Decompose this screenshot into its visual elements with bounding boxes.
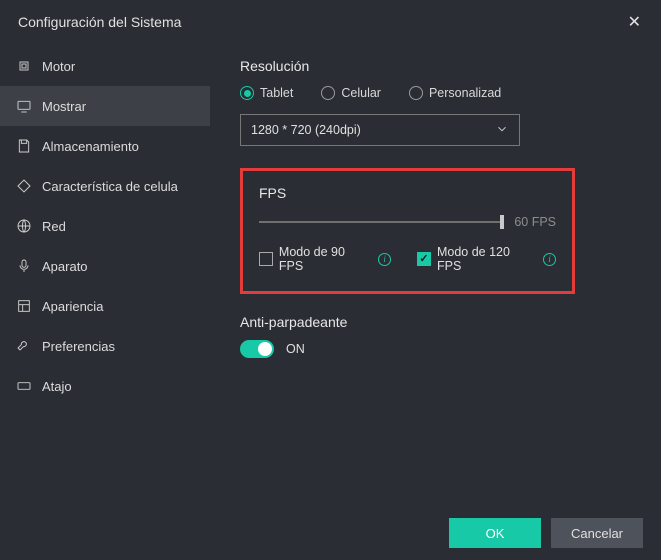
fps-slider[interactable] [259, 221, 504, 223]
checkbox-icon [259, 252, 273, 266]
radio-icon [409, 86, 423, 100]
fps-highlight-box: FPS 60 FPS Modo de 90 FPS i Modo de 120 … [240, 168, 575, 294]
ok-button[interactable]: OK [449, 518, 541, 548]
radio-label: Celular [341, 86, 381, 100]
anti-flicker-state: ON [286, 342, 305, 356]
save-icon [16, 138, 32, 154]
info-icon[interactable]: i [378, 253, 391, 266]
resolution-select[interactable]: 1280 * 720 (240dpi) [240, 114, 520, 146]
sidebar-item-label: Red [42, 219, 66, 234]
sidebar-item-label: Característica de celula [42, 179, 178, 194]
sidebar-item-apariencia[interactable]: Apariencia [0, 286, 210, 326]
checkbox-120fps[interactable]: Modo de 120 FPS i [417, 245, 556, 273]
sidebar-item-mostrar[interactable]: Mostrar [0, 86, 210, 126]
radio-celular[interactable]: Celular [321, 86, 381, 100]
radio-icon [321, 86, 335, 100]
radio-label: Tablet [260, 86, 293, 100]
checkbox-label: Modo de 120 FPS [437, 245, 537, 273]
sidebar-item-label: Almacenamiento [42, 139, 139, 154]
sidebar: Motor Mostrar Almacenamiento Característ… [0, 42, 210, 512]
sidebar-item-aparato[interactable]: Aparato [0, 246, 210, 286]
tag-icon [16, 178, 32, 194]
toggle-knob-icon [258, 342, 272, 356]
layout-icon [16, 298, 32, 314]
footer: OK Cancelar [431, 506, 661, 560]
radio-label: Personalizad [429, 86, 501, 100]
content-panel: Resolución Tablet Celular Personalizad 1… [210, 42, 661, 512]
cancel-button[interactable]: Cancelar [551, 518, 643, 548]
globe-icon [16, 218, 32, 234]
checkbox-icon [417, 252, 431, 266]
sidebar-item-caracteristica[interactable]: Característica de celula [0, 166, 210, 206]
sidebar-item-motor[interactable]: Motor [0, 46, 210, 86]
radio-personalizado[interactable]: Personalizad [409, 86, 501, 100]
sidebar-item-almacenamiento[interactable]: Almacenamiento [0, 126, 210, 166]
checkbox-label: Modo de 90 FPS [279, 245, 372, 273]
slider-thumb-icon[interactable] [500, 215, 504, 229]
radio-icon [240, 86, 254, 100]
anti-flicker-title: Anti-parpadeante [240, 314, 631, 330]
monitor-icon [16, 98, 32, 114]
sidebar-item-label: Preferencias [42, 339, 115, 354]
cpu-icon [16, 58, 32, 74]
checkbox-90fps[interactable]: Modo de 90 FPS i [259, 245, 391, 273]
sidebar-item-atajo[interactable]: Atajo [0, 366, 210, 406]
fps-slider-label: 60 FPS [514, 215, 556, 229]
sidebar-item-label: Mostrar [42, 99, 86, 114]
microphone-icon [16, 258, 32, 274]
window-title: Configuración del Sistema [18, 14, 181, 30]
radio-tablet[interactable]: Tablet [240, 86, 293, 100]
sidebar-item-label: Aparato [42, 259, 88, 274]
sidebar-item-red[interactable]: Red [0, 206, 210, 246]
anti-flicker-toggle[interactable] [240, 340, 274, 358]
sidebar-item-label: Atajo [42, 379, 72, 394]
resolution-radio-group: Tablet Celular Personalizad [240, 86, 631, 100]
sidebar-item-label: Apariencia [42, 299, 103, 314]
chevron-down-icon [495, 122, 509, 139]
close-button[interactable]: ✕ [622, 10, 647, 34]
info-icon[interactable]: i [543, 253, 556, 266]
sidebar-item-label: Motor [42, 59, 75, 74]
resolution-title: Resolución [240, 58, 631, 74]
wrench-icon [16, 338, 32, 354]
fps-title: FPS [259, 185, 556, 201]
keyboard-icon [16, 378, 32, 394]
select-value: 1280 * 720 (240dpi) [251, 123, 361, 137]
sidebar-item-preferencias[interactable]: Preferencias [0, 326, 210, 366]
